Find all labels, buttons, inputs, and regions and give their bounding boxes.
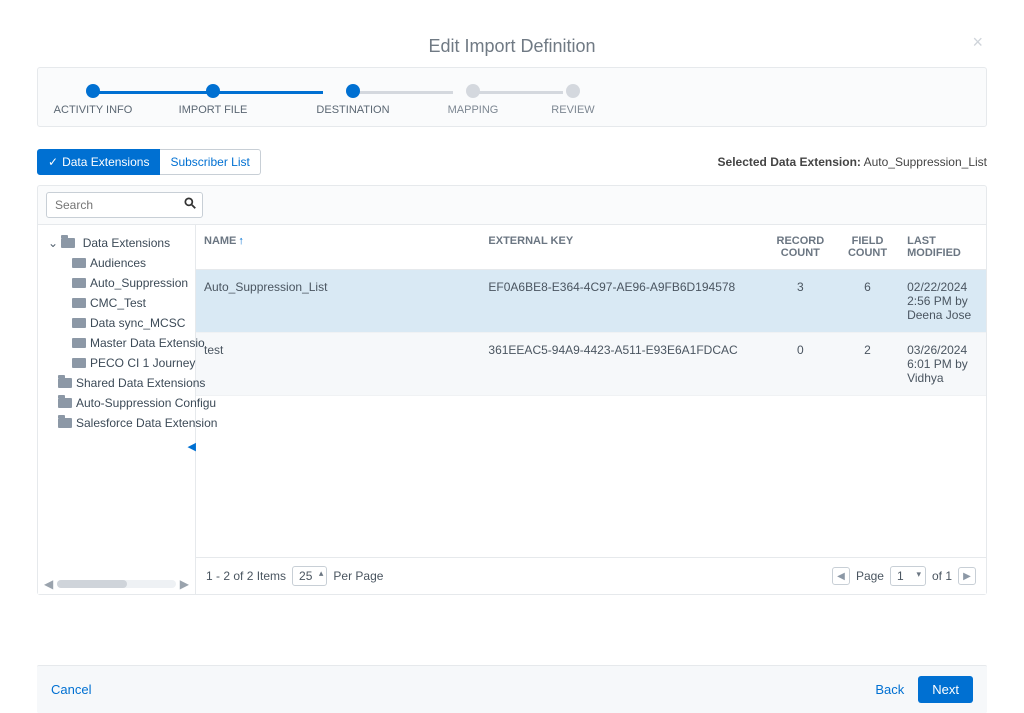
page-total-label: of 1 [932,569,952,583]
cell-name: Auto_Suppression_List [196,270,480,333]
table-row[interactable]: test 361EEAC5-94A9-4423-A511-E93E6A1FDCA… [196,333,986,396]
tree-label: Auto-Suppression Configu [76,396,216,410]
tree-node[interactable]: Auto-Suppression Configu [38,393,195,413]
col-header-field-count[interactable]: FIELD COUNT [836,225,899,270]
sort-asc-icon: ↑ [238,235,244,247]
next-page-button[interactable]: ▶ [958,567,976,585]
step-destination[interactable]: DESTINATION [288,104,418,116]
col-header-label: NAME [204,235,236,247]
cell-key: 361EEAC5-94A9-4423-A511-E93E6A1FDCAC [480,333,764,396]
tab-subscriber-list[interactable]: Subscriber List [160,149,260,175]
col-header-last-modified[interactable]: LAST MODIFIED [899,225,986,270]
folder-icon [58,378,72,388]
cancel-button[interactable]: Cancel [51,682,91,697]
tree-node[interactable]: Salesforce Data Extension [38,413,195,433]
cell-modified: 02/22/2024 2:56 PM by Deena Jose [899,270,986,333]
tree-label: Auto_Suppression [90,276,188,290]
wizard-steps: ACTIVITY INFO IMPORT FILE DESTINATION MA… [37,67,987,127]
chevron-down-icon[interactable]: ⌄ [48,236,58,250]
cell-record-count: 0 [765,333,836,396]
tree-node[interactable]: Auto_Suppression [38,273,195,293]
step-review[interactable]: REVIEW [528,104,618,116]
per-page-label: Per Page [333,569,383,583]
selected-data-extension: Selected Data Extension: Auto_Suppressio… [718,155,987,169]
tree-node[interactable]: PECO CI 1 Journey [38,353,195,373]
tree-label: Salesforce Data Extension [76,416,217,430]
tree-label: PECO CI 1 Journey [90,356,195,370]
prev-page-button[interactable]: ◀ [832,567,850,585]
folder-icon [58,418,72,428]
table-row[interactable]: Auto_Suppression_List EF0A6BE8-E364-4C97… [196,270,986,333]
cell-record-count: 3 [765,270,836,333]
tab-data-extensions[interactable]: ✓ Data Extensions [37,149,160,175]
selected-label: Selected Data Extension: [718,155,861,169]
page-label: Page [856,569,884,583]
data-extension-table: NAME↑ EXTERNAL KEY RECORD COUNT FIELD CO… [196,225,986,396]
col-header-record-count[interactable]: RECORD COUNT [765,225,836,270]
per-page-select[interactable]: 25 [292,566,327,586]
check-icon: ✓ [48,155,58,169]
tree-label: Shared Data Extensions [76,376,205,390]
tree-node[interactable]: Shared Data Extensions [38,373,195,393]
cell-key: EF0A6BE8-E364-4C97-AE96-A9FB6D194578 [480,270,764,333]
next-button[interactable]: Next [918,676,973,703]
pagination-summary: 1 - 2 of 2 Items [206,569,286,583]
tree-node[interactable]: Audiences [38,253,195,273]
folder-icon [72,338,86,348]
modal-title: Edit Import Definition [428,36,595,56]
pagination: 1 - 2 of 2 Items 25 Per Page ◀ Page 1 of… [196,557,986,594]
folder-icon [72,298,86,308]
folder-tree: ⌄ Data Extensions Audiences Auto_Suppres… [38,224,196,594]
back-button[interactable]: Back [875,682,904,697]
selected-value: Auto_Suppression_List [864,155,987,169]
collapse-tree-icon[interactable]: ◀ [188,440,196,453]
step-import-file[interactable]: IMPORT FILE [138,104,288,116]
tree-label: Audiences [90,256,146,270]
page-number-input[interactable]: 1 [890,566,926,586]
destination-type-tabs: ✓ Data Extensions Subscriber List [37,149,261,175]
folder-icon [72,358,86,368]
folder-icon [58,398,72,408]
tree-label: CMC_Test [90,296,146,310]
tree-label: Data sync_MCSC [90,316,185,330]
step-activity-info[interactable]: ACTIVITY INFO [48,104,138,116]
step-mapping[interactable]: MAPPING [418,104,528,116]
col-header-external-key[interactable]: EXTERNAL KEY [480,225,764,270]
search-input[interactable] [46,192,203,218]
cell-field-count: 2 [836,333,899,396]
cell-name: test [196,333,480,396]
tree-node[interactable]: Data sync_MCSC [38,313,195,333]
close-icon[interactable]: × [972,32,983,53]
tree-node[interactable]: CMC_Test [38,293,195,313]
tree-node-data-extensions[interactable]: ⌄ Data Extensions [38,233,195,253]
folder-icon [72,318,86,328]
search-icon[interactable] [183,196,197,213]
folder-icon [72,258,86,268]
folder-icon [72,278,86,288]
col-header-name[interactable]: NAME↑ [196,225,480,270]
tab-data-extensions-label: Data Extensions [62,155,149,169]
tree-label: Master Data Extensio [90,336,205,350]
horizontal-scrollbar[interactable]: ◀▶ [44,578,189,590]
cell-modified: 03/26/2024 6:01 PM by Vidhya [899,333,986,396]
tree-label: Data Extensions [83,236,170,250]
cell-field-count: 6 [836,270,899,333]
tree-node[interactable]: Master Data Extensio [38,333,195,353]
folder-open-icon [61,238,75,248]
modal-footer: Cancel Back Next [37,665,987,713]
